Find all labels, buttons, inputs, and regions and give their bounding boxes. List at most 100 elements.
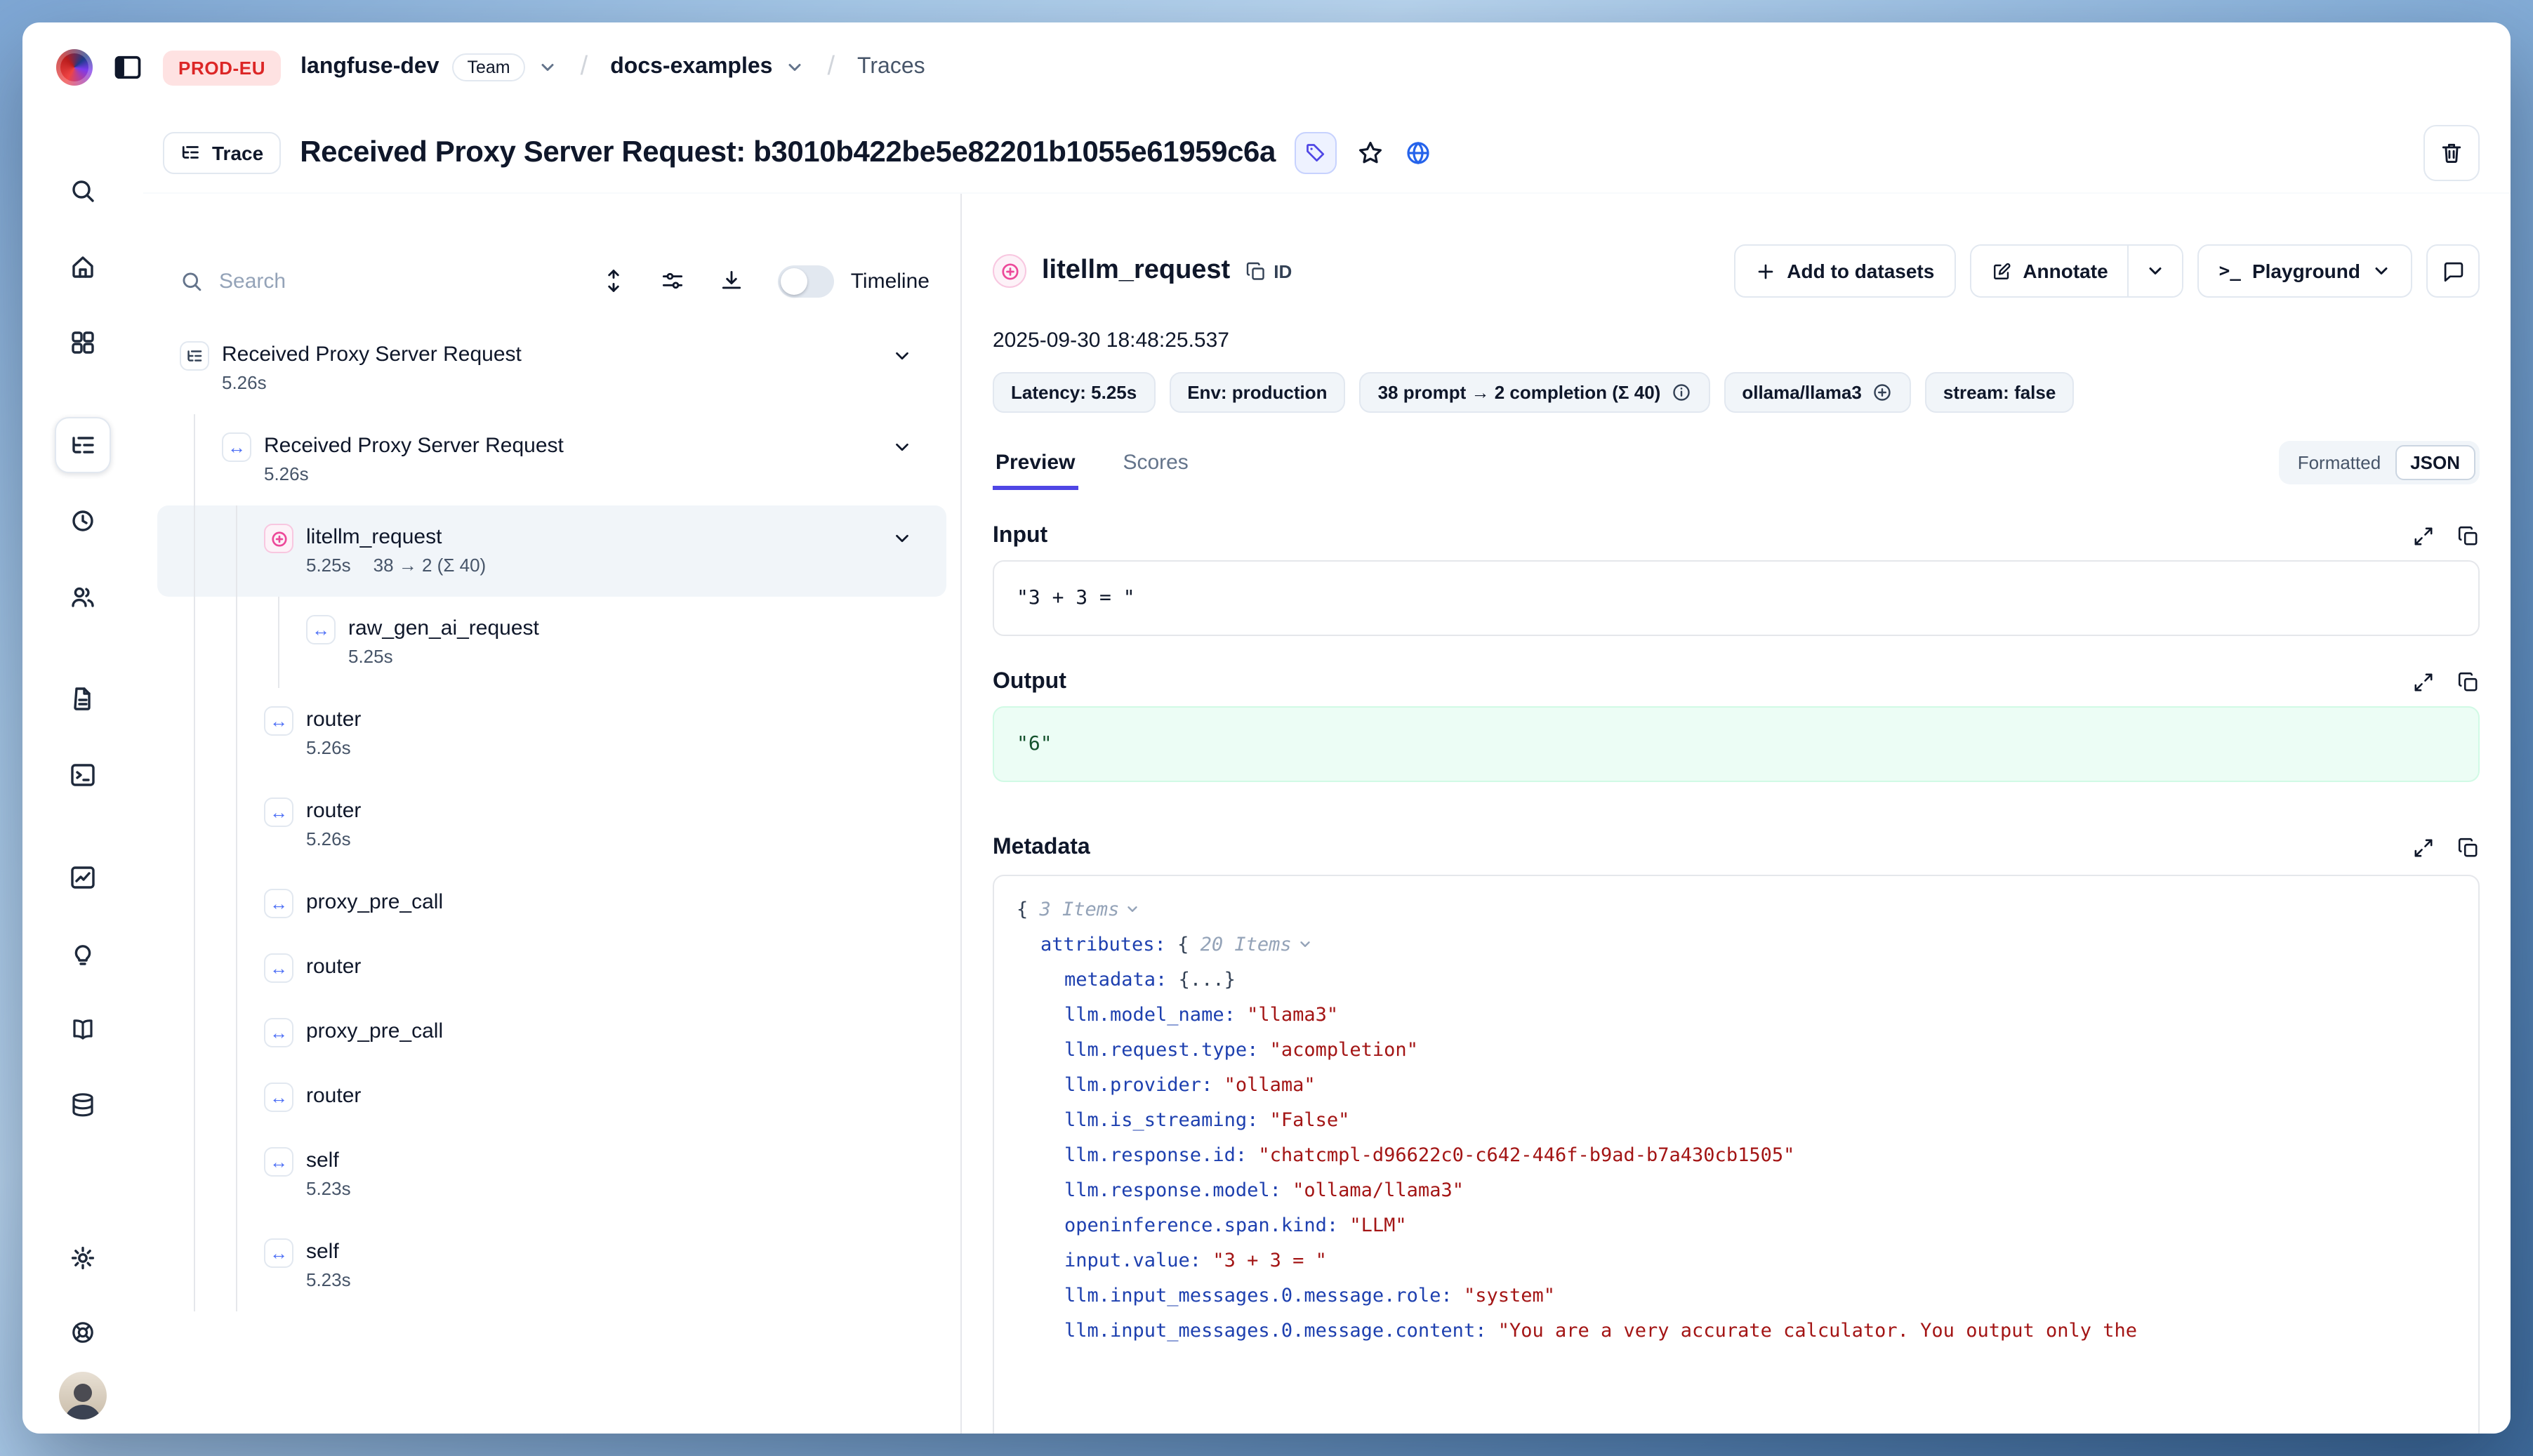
tree-node[interactable]: ↔self5.23s xyxy=(157,1129,946,1220)
span-icon: ↔ xyxy=(264,1238,293,1268)
copy-icon[interactable] xyxy=(2457,525,2480,548)
observation-badges: Latency: 5.25sEnv: production38 prompt →… xyxy=(993,372,2480,413)
comments-button[interactable] xyxy=(2426,244,2480,298)
project-name: docs-examples xyxy=(610,55,772,80)
tree-node[interactable]: ↔ router 5.26s xyxy=(157,779,946,871)
app-window: PROD-EU langfuse-dev Team / docs-example… xyxy=(22,22,2511,1434)
copy-id-button[interactable]: ID xyxy=(1245,260,1292,282)
tree-node[interactable]: ↔proxy_pre_call xyxy=(157,1000,946,1064)
breadcrumb-traces[interactable]: Traces xyxy=(857,55,925,80)
node-label: self xyxy=(306,1238,351,1265)
annotate-button[interactable]: Annotate xyxy=(1971,246,2127,296)
copy-icon[interactable] xyxy=(2457,837,2480,859)
scores-chart-icon[interactable] xyxy=(55,849,111,906)
input-section-title: Input xyxy=(993,524,1047,549)
node-label: litellm_request xyxy=(306,524,486,550)
download-icon[interactable] xyxy=(719,268,744,293)
datasets-database-icon[interactable] xyxy=(55,1077,111,1133)
node-label: Received Proxy Server Request xyxy=(222,341,522,368)
span-icon: ↔ xyxy=(222,432,251,462)
tree-node[interactable]: litellm_request5.25s38 → 2 (Σ 40) xyxy=(157,505,946,597)
expand-icon[interactable] xyxy=(2412,525,2435,548)
globe-icon[interactable] xyxy=(1405,138,1433,166)
annotation-book-icon[interactable] xyxy=(55,1001,111,1057)
delete-trace-button[interactable] xyxy=(2423,124,2480,180)
tree-node[interactable]: ↔proxy_pre_call xyxy=(157,871,946,935)
tree-node[interactable]: ↔router xyxy=(157,935,946,1000)
home-icon[interactable] xyxy=(55,239,111,295)
generation-icon xyxy=(264,524,293,553)
playground-terminal-icon[interactable] xyxy=(55,747,111,803)
chevron-down-icon[interactable] xyxy=(892,437,913,458)
annotate-dropdown-button[interactable] xyxy=(2129,246,2183,296)
span-icon: ↔ xyxy=(264,706,293,736)
prompts-file-icon[interactable] xyxy=(55,671,111,727)
plus-circle-icon[interactable] xyxy=(1872,382,1893,403)
expand-icon[interactable] xyxy=(2412,837,2435,859)
span-icon: ↔ xyxy=(264,1083,293,1112)
org-switcher[interactable]: langfuse-dev Team xyxy=(300,53,558,81)
langfuse-logo xyxy=(56,49,93,86)
info-icon[interactable] xyxy=(1670,382,1691,403)
metric-badge: stream: false xyxy=(1925,372,2074,413)
sidebar-toggle-icon[interactable] xyxy=(112,52,143,83)
metadata-section-header: Metadata xyxy=(993,835,2480,861)
evaluators-lightbulb-icon[interactable] xyxy=(55,925,111,981)
expand-icon[interactable] xyxy=(2412,671,2435,694)
chevron-down-icon xyxy=(2146,261,2166,281)
view-settings-icon[interactable] xyxy=(660,268,685,293)
dashboards-icon[interactable] xyxy=(55,315,111,371)
copy-icon[interactable] xyxy=(2457,671,2480,694)
comment-bubble-icon xyxy=(2441,259,2465,283)
node-label: Received Proxy Server Request xyxy=(264,432,564,459)
trace-type-badge: Trace xyxy=(163,131,280,173)
chevron-down-icon[interactable] xyxy=(892,528,913,549)
json-line: llm.input_messages.0.message.content: "Y… xyxy=(1017,1314,2456,1349)
tree-node[interactable]: Received Proxy Server Request5.26s xyxy=(157,323,946,414)
tree-node[interactable]: ↔self5.23s xyxy=(157,1220,946,1311)
tree-toolbar: Timeline xyxy=(143,253,960,309)
search-box[interactable] xyxy=(180,269,418,293)
format-toggle: Formatted JSON xyxy=(2280,441,2480,484)
sessions-clock-icon[interactable] xyxy=(55,493,111,549)
format-toggle-formatted[interactable]: Formatted xyxy=(2284,446,2395,479)
settings-gear-icon[interactable] xyxy=(55,1230,111,1286)
duration-label: 5.26s xyxy=(306,828,351,851)
users-icon[interactable] xyxy=(55,569,111,625)
duration-label: 5.25s xyxy=(348,646,393,668)
plus-icon xyxy=(1754,260,1775,282)
trace-tree: Received Proxy Server Request5.26s↔Recei… xyxy=(143,323,960,1311)
project-switcher[interactable]: docs-examples xyxy=(610,55,805,80)
tree-node[interactable]: ↔Received Proxy Server Request5.26s xyxy=(157,414,946,505)
format-toggle-json[interactable]: JSON xyxy=(2395,445,2475,480)
timeline-toggle[interactable] xyxy=(778,265,834,297)
tree-node[interactable]: ↔raw_gen_ai_request5.25s xyxy=(157,597,946,688)
list-tree-icon xyxy=(180,142,201,163)
playground-button[interactable]: >_ Playground xyxy=(2198,244,2412,298)
star-icon[interactable] xyxy=(1357,138,1385,166)
chevron-down-icon xyxy=(538,58,558,77)
tab-scores[interactable]: Scores xyxy=(1120,451,1191,490)
json-line: llm.input_messages.0.message.role: "syst… xyxy=(1017,1279,2456,1314)
desktop-background: PROD-EU langfuse-dev Team / docs-example… xyxy=(0,0,2533,1456)
org-name: langfuse-dev xyxy=(300,55,439,80)
span-icon: ↔ xyxy=(264,798,293,827)
observation-detail-panel: litellm_request ID Add to datasets xyxy=(962,194,2511,1434)
tracing-icon[interactable] xyxy=(55,417,111,473)
node-label: proxy_pre_call xyxy=(306,1018,443,1045)
json-line: llm.is_streaming: "False" xyxy=(1017,1104,2456,1139)
tab-preview[interactable]: Preview xyxy=(993,451,1078,490)
search-icon[interactable] xyxy=(55,163,111,219)
chevron-down-icon[interactable] xyxy=(892,345,913,366)
json-line: llm.response.model: "ollama/llama3" xyxy=(1017,1174,2456,1209)
expand-tree-icon[interactable] xyxy=(601,268,626,293)
search-input[interactable] xyxy=(219,269,373,293)
observation-timestamp: 2025-09-30 18:48:25.537 xyxy=(993,329,2480,352)
add-to-datasets-button[interactable]: Add to datasets xyxy=(1733,244,1955,298)
tree-node[interactable]: ↔router5.26s xyxy=(157,688,946,779)
tag-icon[interactable] xyxy=(1295,131,1337,173)
user-avatar[interactable] xyxy=(59,1372,107,1419)
support-lifebuoy-icon[interactable] xyxy=(55,1304,111,1361)
tree-node[interactable]: ↔router xyxy=(157,1064,946,1129)
node-label: router xyxy=(306,798,361,824)
